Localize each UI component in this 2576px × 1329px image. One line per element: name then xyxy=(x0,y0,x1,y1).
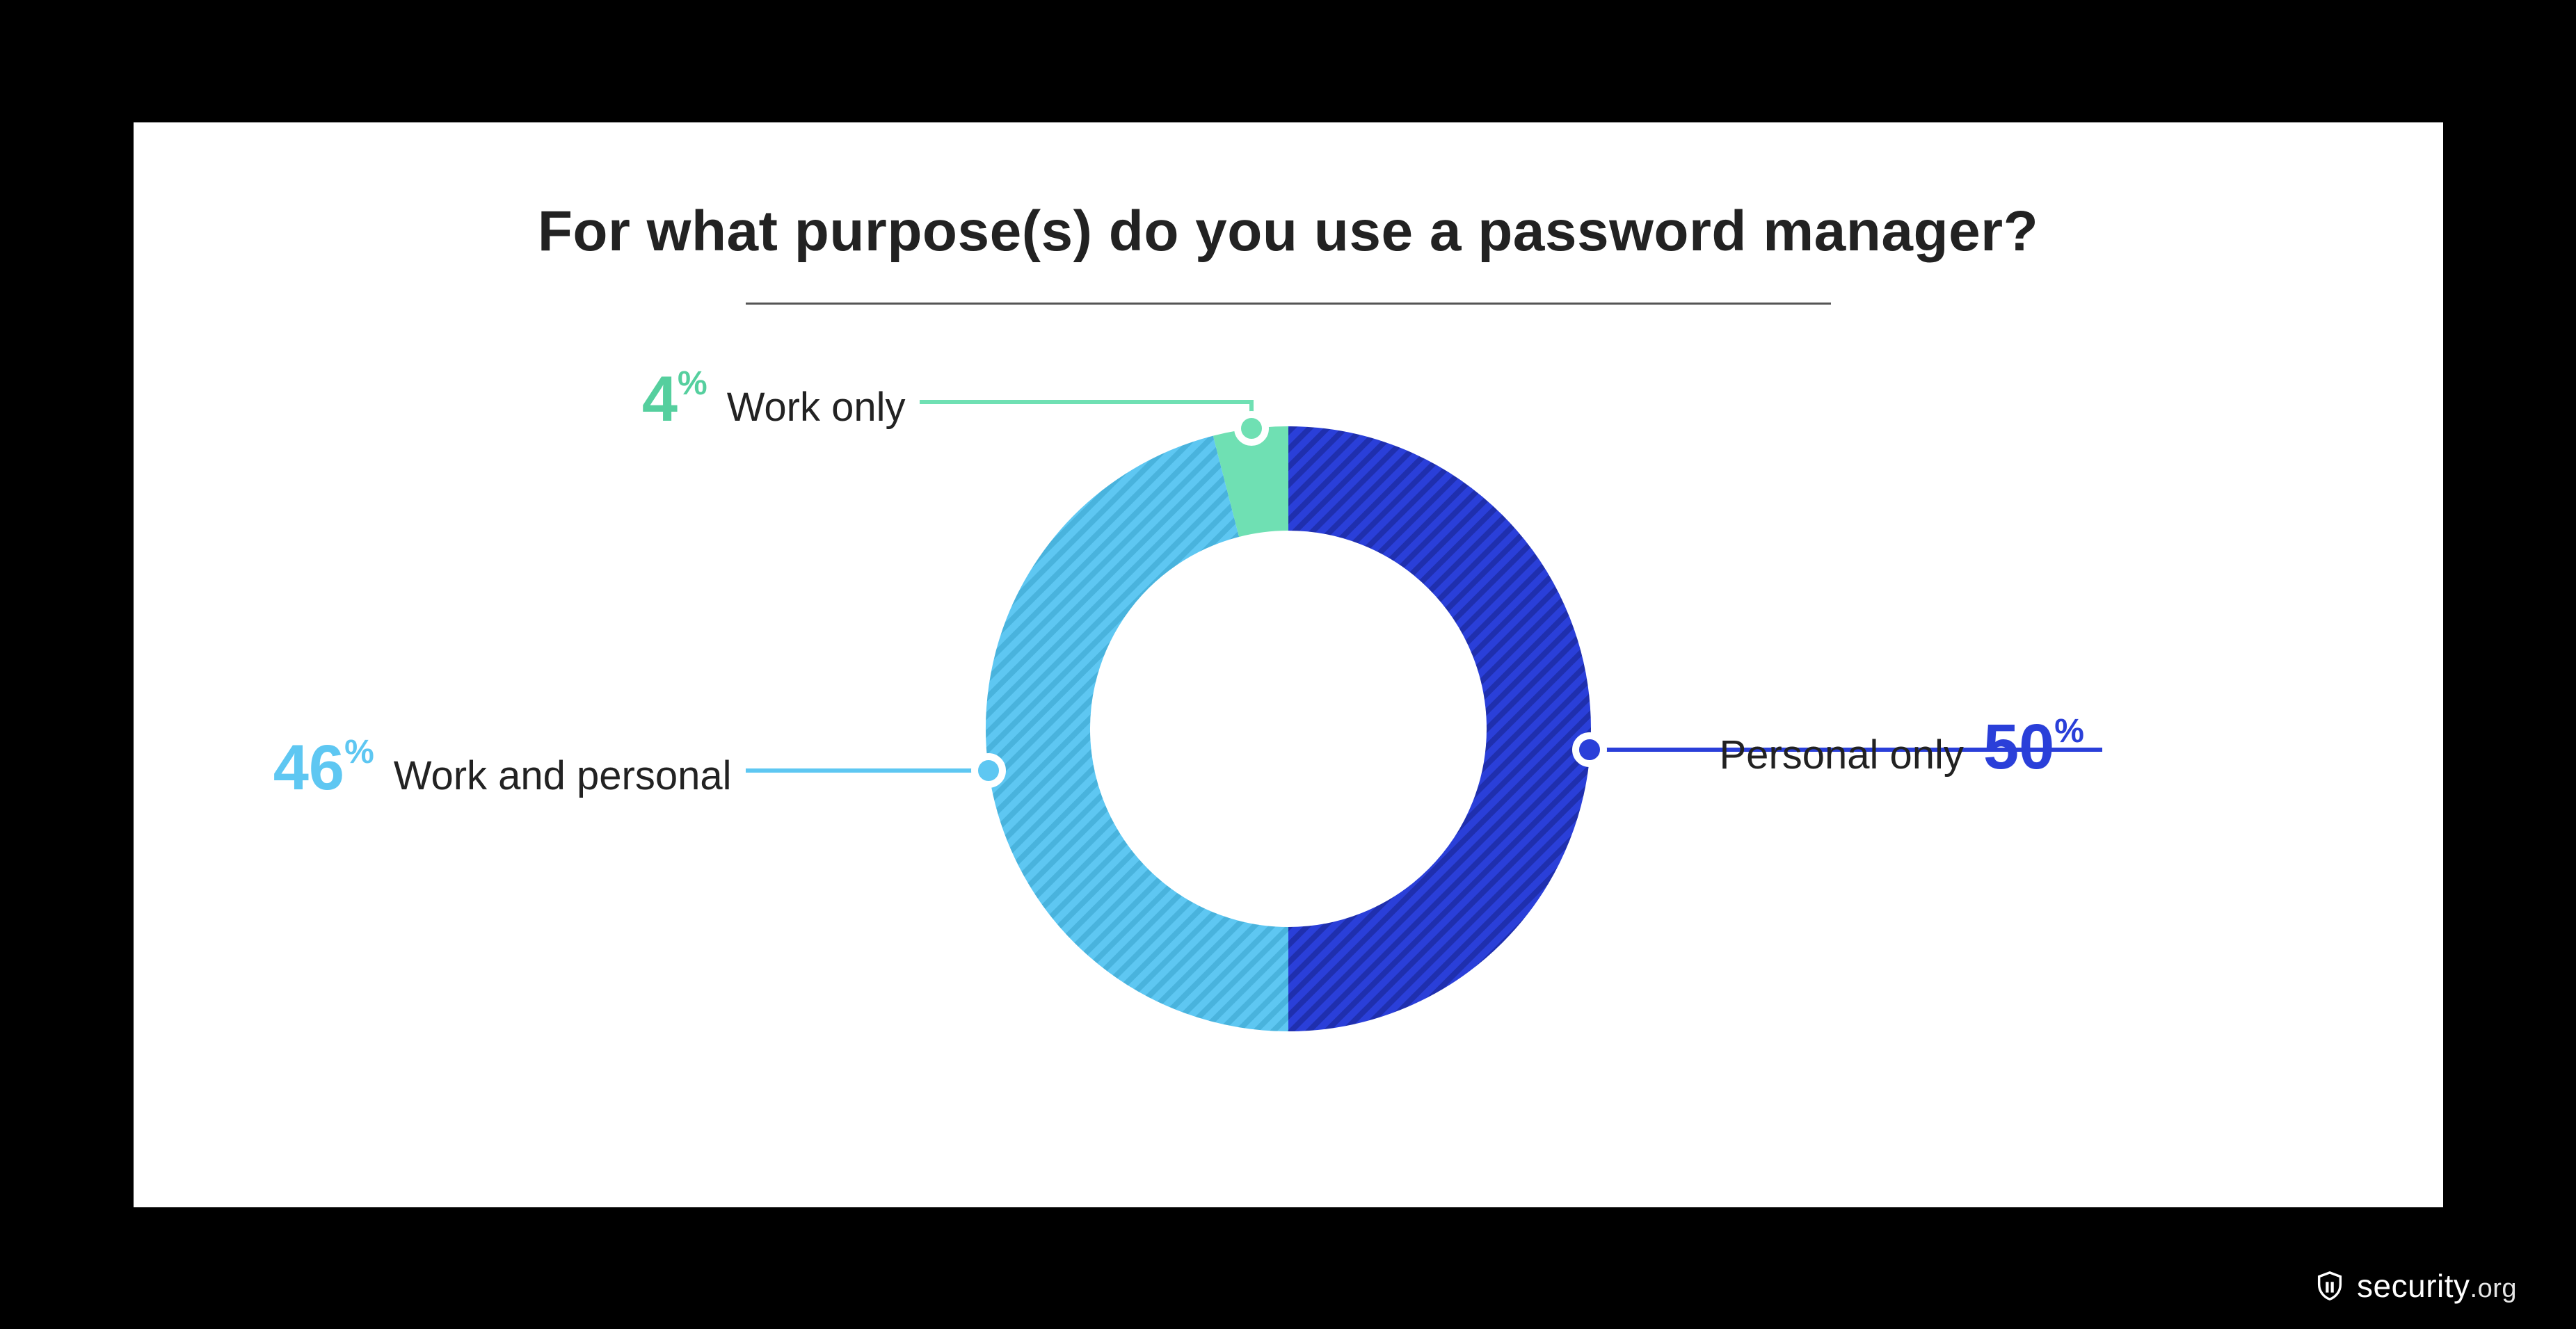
chart-title: For what purpose(s) do you use a passwor… xyxy=(217,199,2360,264)
slice-personal-only xyxy=(1288,478,1539,979)
shield-icon xyxy=(2314,1270,2346,1302)
brand-suffix: .org xyxy=(2470,1274,2517,1303)
pct-work-and-personal: 46 xyxy=(273,736,344,800)
pct-sign: % xyxy=(678,367,707,401)
label-personal-only: Personal only 50 % xyxy=(1720,715,2084,779)
brand-name: security xyxy=(2357,1268,2470,1304)
chart-area: Personal only 50 % 46 % Work and persona… xyxy=(217,312,2360,1070)
slice-work-only xyxy=(1226,478,1288,486)
pct-personal-only: 50 xyxy=(1983,715,2054,779)
donut-chart xyxy=(217,312,2360,1070)
brand-watermark: security.org xyxy=(2314,1267,2517,1305)
title-rule xyxy=(746,303,1831,305)
chart-card: For what purpose(s) do you use a passwor… xyxy=(134,122,2443,1207)
label-text-work-and-personal: Work and personal xyxy=(394,752,732,799)
label-text-work-only: Work only xyxy=(727,384,906,430)
label-text-personal-only: Personal only xyxy=(1720,732,1964,778)
leader-work-and-personal xyxy=(746,757,1002,784)
slice-work-and-personal xyxy=(1037,486,1288,979)
label-work-and-personal: 46 % Work and personal xyxy=(273,736,732,800)
pct-work-only: 4 xyxy=(642,367,678,431)
pct-sign: % xyxy=(344,736,374,769)
label-work-only: 4 % Work only xyxy=(642,367,906,431)
pct-sign: % xyxy=(2054,715,2084,748)
